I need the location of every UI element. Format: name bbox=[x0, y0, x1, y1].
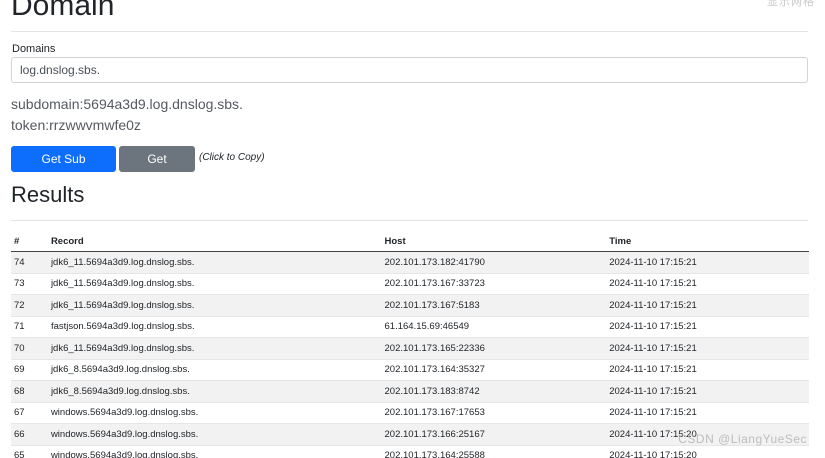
get-sub-domain-button[interactable]: Get Sub Domain bbox=[11, 146, 116, 190]
row-time: 2024-11-10 17:15:21 bbox=[606, 272, 809, 295]
page-title: Domain bbox=[11, 0, 115, 22]
row-host: 202.101.173.182:41790 bbox=[381, 251, 607, 273]
row-time: 2024-11-10 17:15:21 bbox=[606, 315, 809, 338]
row-host: 202.101.173.167:5183 bbox=[381, 294, 607, 316]
row-host: 202.101.173.164:35327 bbox=[381, 358, 607, 381]
row-id: 69 bbox=[11, 358, 48, 381]
row-time: 2024-11-10 17:15:20 bbox=[606, 444, 809, 458]
table-row: 74 jdk6_11.5694a3d9.log.dnslog.sbs. 202.… bbox=[11, 251, 809, 273]
results-divider bbox=[11, 220, 808, 221]
table-row: 70 jdk6_11.5694a3d9.log.dnslog.sbs. 202.… bbox=[11, 337, 809, 359]
row-id: 65 bbox=[11, 444, 48, 458]
row-host: 202.101.173.167:33723 bbox=[381, 272, 607, 295]
domains-label: Domains bbox=[12, 43, 56, 55]
row-record: windows.5694a3d9.log.dnslog.sbs. bbox=[47, 401, 382, 424]
subdomain-text: subdomain:5694a3d9.log.dnslog.sbs. bbox=[11, 96, 243, 112]
row-record: windows.5694a3d9.log.dnslog.sbs. bbox=[47, 423, 382, 445]
row-record: jdk6_11.5694a3d9.log.dnslog.sbs. bbox=[47, 251, 382, 273]
row-time: 2024-11-10 17:15:21 bbox=[606, 358, 809, 381]
row-id: 66 bbox=[11, 423, 48, 445]
corner-text: 显示网格 bbox=[767, 0, 815, 8]
title-divider bbox=[11, 31, 808, 32]
row-time: 2024-11-10 17:15:21 bbox=[606, 380, 809, 402]
row-record: jdk6_11.5694a3d9.log.dnslog.sbs. bbox=[47, 337, 382, 359]
column-header-id: # bbox=[11, 232, 48, 252]
row-record: jdk6_11.5694a3d9.log.dnslog.sbs. bbox=[47, 294, 382, 316]
table-row: 68 jdk6_8.5694a3d9.log.dnslog.sbs. 202.1… bbox=[11, 380, 809, 402]
row-record: jdk6_8.5694a3d9.log.dnslog.sbs. bbox=[47, 380, 382, 402]
row-host: 202.101.173.166:25167 bbox=[381, 423, 607, 445]
copy-hint: (Click to Copy) bbox=[199, 152, 265, 163]
row-id: 68 bbox=[11, 380, 48, 402]
row-time: 2024-11-10 17:15:21 bbox=[606, 401, 809, 424]
column-header-host: Host bbox=[381, 232, 607, 252]
watermark: CSDN @LiangYueSec bbox=[678, 432, 807, 446]
results-title: Results bbox=[11, 182, 85, 207]
row-id: 70 bbox=[11, 337, 48, 359]
column-header-record: Record bbox=[47, 232, 382, 252]
row-record: jdk6_11.5694a3d9.log.dnslog.sbs. bbox=[47, 272, 382, 295]
table-row: 65 windows.5694a3d9.log.dnslog.sbs. 202.… bbox=[11, 444, 809, 458]
dnslog-page: Domain 显示网格 Domains subdomain:5694a3d9.l… bbox=[0, 0, 825, 458]
table-row: 69 jdk6_8.5694a3d9.log.dnslog.sbs. 202.1… bbox=[11, 358, 809, 381]
row-id: 71 bbox=[11, 315, 48, 338]
row-time: 2024-11-10 17:15:21 bbox=[606, 294, 809, 316]
row-id: 73 bbox=[11, 272, 48, 295]
row-host: 202.101.173.164:25588 bbox=[381, 444, 607, 458]
results-table: # Record Host Time 74 jdk6_11.5694a3d9.l… bbox=[11, 232, 809, 458]
row-record: fastjson.5694a3d9.log.dnslog.sbs. bbox=[47, 315, 382, 338]
row-host: 202.101.173.167:17653 bbox=[381, 401, 607, 424]
row-host: 61.164.15.69:46549 bbox=[381, 315, 607, 338]
table-row: 73 jdk6_11.5694a3d9.log.dnslog.sbs. 202.… bbox=[11, 272, 809, 295]
row-record: windows.5694a3d9.log.dnslog.sbs. bbox=[47, 444, 382, 458]
get-results-button[interactable]: Get Results bbox=[119, 146, 195, 190]
row-time: 2024-11-10 17:15:21 bbox=[606, 251, 809, 273]
row-time: 2024-11-10 17:15:21 bbox=[606, 337, 809, 359]
row-id: 74 bbox=[11, 251, 48, 273]
row-id: 72 bbox=[11, 294, 48, 316]
table-row: 67 windows.5694a3d9.log.dnslog.sbs. 202.… bbox=[11, 401, 809, 424]
table-row: 71 fastjson.5694a3d9.log.dnslog.sbs. 61.… bbox=[11, 315, 809, 338]
table-header-row: # Record Host Time bbox=[11, 232, 809, 252]
domains-input[interactable] bbox=[11, 57, 808, 83]
row-host: 202.101.173.183:8742 bbox=[381, 380, 607, 402]
row-id: 67 bbox=[11, 401, 48, 424]
table-row: 72 jdk6_11.5694a3d9.log.dnslog.sbs. 202.… bbox=[11, 294, 809, 316]
column-header-time: Time bbox=[606, 232, 809, 252]
row-record: jdk6_8.5694a3d9.log.dnslog.sbs. bbox=[47, 358, 382, 381]
token-text: token:rrzwwvmwfe0z bbox=[11, 117, 141, 133]
row-host: 202.101.173.165:22336 bbox=[381, 337, 607, 359]
